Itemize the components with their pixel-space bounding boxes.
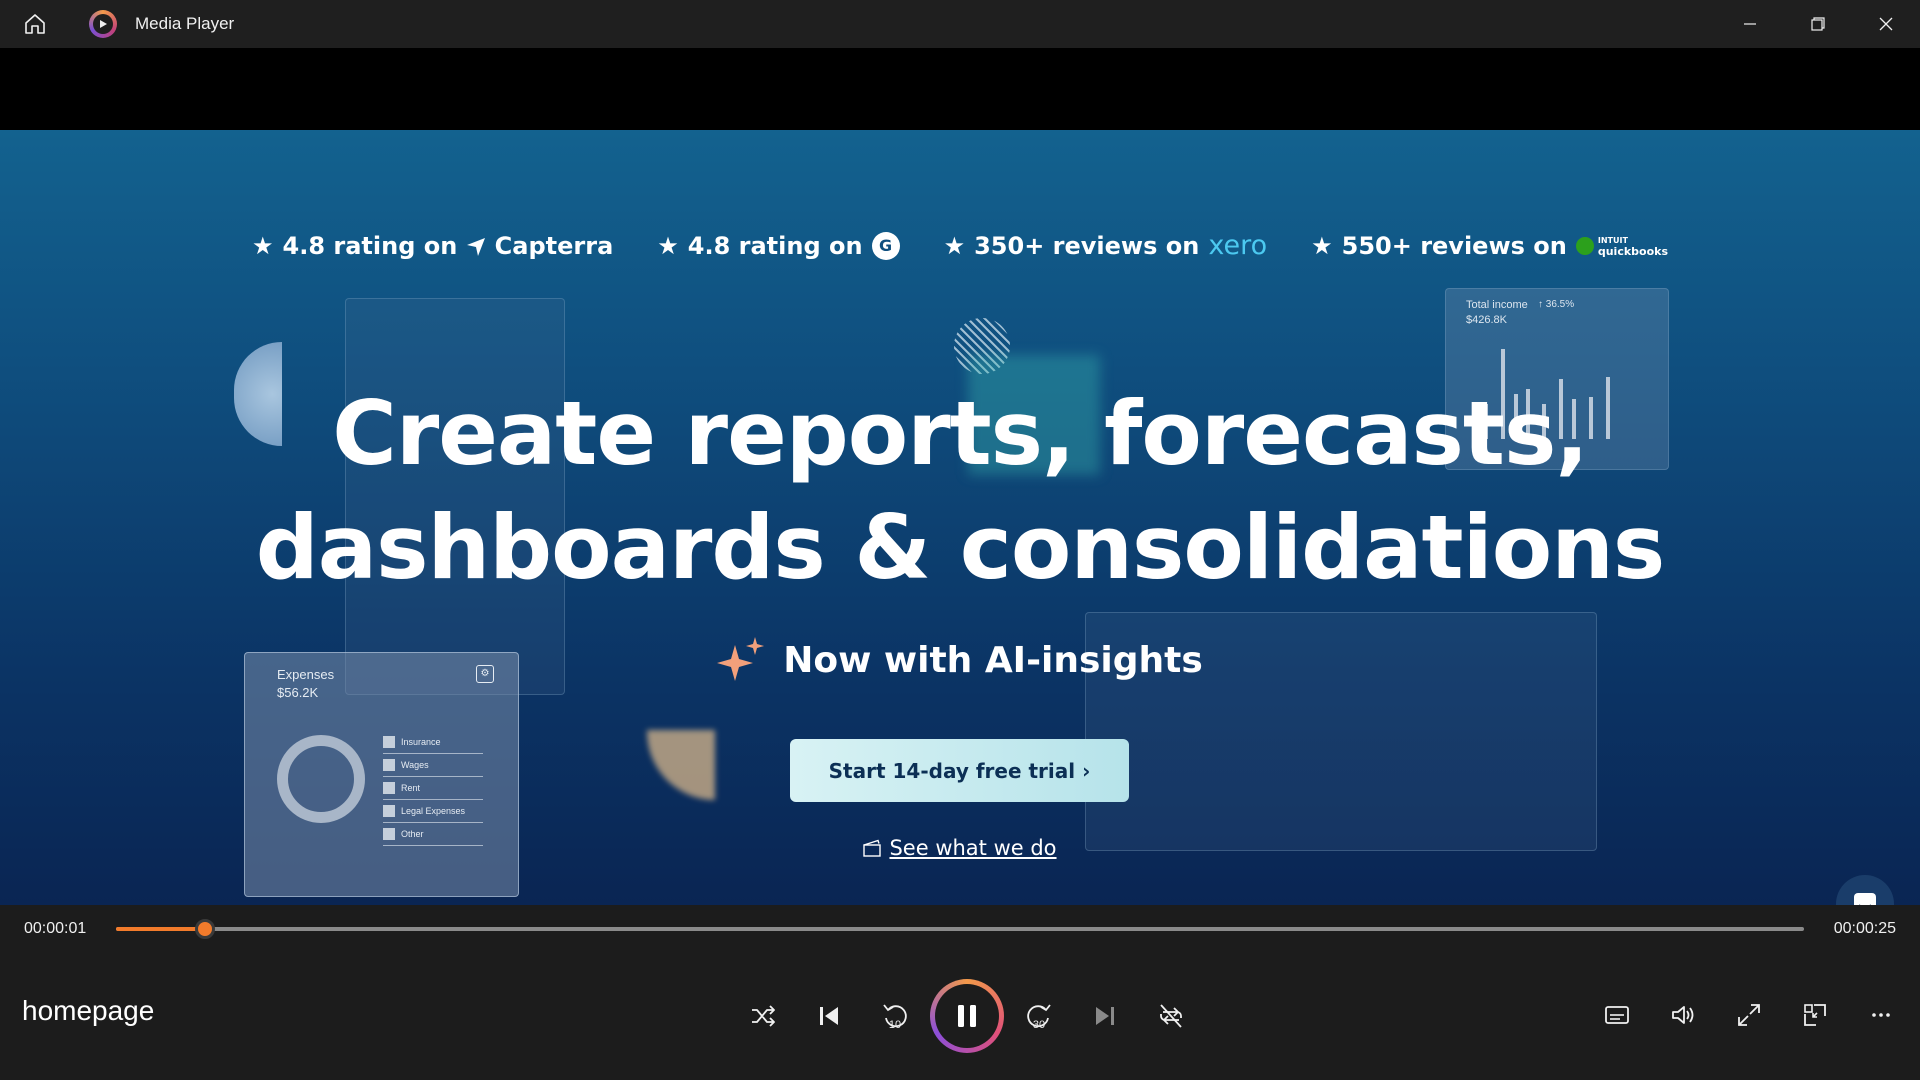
shuffle-icon bbox=[752, 1005, 775, 1027]
close-button[interactable] bbox=[1852, 0, 1920, 48]
star-icon: ★ bbox=[1311, 231, 1333, 260]
repeat-off-icon bbox=[1160, 1004, 1182, 1028]
window-title: Media Player bbox=[135, 14, 235, 33]
expenses-legend: Insurance Wages Rent Legal Expenses Othe… bbox=[383, 731, 483, 846]
minimize-icon bbox=[1744, 23, 1756, 25]
g2-logo: G bbox=[871, 231, 900, 260]
star-icon: ★ bbox=[657, 231, 679, 260]
home-button[interactable] bbox=[17, 6, 53, 42]
rating-xero: ★ 350+ reviews on xero bbox=[944, 230, 1268, 261]
decorative-wedge bbox=[647, 730, 715, 800]
headline-line-2: dashboards & consolidations bbox=[255, 496, 1666, 599]
control-bar: homepage 10 30 bbox=[0, 951, 1920, 1080]
media-title: homepage bbox=[22, 995, 155, 1026]
captions-button[interactable] bbox=[1584, 985, 1650, 1045]
current-time: 00:00:01 bbox=[24, 920, 87, 937]
fullscreen-button[interactable] bbox=[1716, 985, 1782, 1045]
minimize-button[interactable] bbox=[1716, 0, 1784, 48]
rewind-10-button[interactable]: 10 bbox=[862, 986, 928, 1046]
rewind-10-icon: 10 bbox=[883, 1004, 907, 1031]
list-item: Legal Expenses bbox=[383, 800, 483, 823]
sparkle-icon bbox=[717, 637, 765, 681]
previous-button[interactable] bbox=[796, 986, 862, 1046]
forward-30-icon: 30 bbox=[1027, 1004, 1051, 1031]
more-options-icon bbox=[1872, 1013, 1890, 1017]
clapperboard-icon bbox=[863, 839, 882, 857]
xero-logo: xero bbox=[1208, 230, 1268, 261]
ratings-row: ★ 4.8 rating on Capterra ★ 4.8 rating on… bbox=[0, 230, 1920, 261]
progress-thumb[interactable] bbox=[195, 919, 216, 939]
more-options-button[interactable] bbox=[1848, 985, 1914, 1045]
duration: 00:00:25 bbox=[1833, 920, 1896, 937]
previous-icon bbox=[820, 1007, 838, 1025]
pause-icon bbox=[958, 1005, 976, 1027]
title-bar: Media Player bbox=[0, 0, 1920, 48]
progress-track[interactable] bbox=[116, 919, 1804, 939]
income-value: $426.8K bbox=[1466, 314, 1507, 326]
rating-text: 550+ reviews on bbox=[1341, 231, 1567, 260]
expenses-value: $56.2K bbox=[277, 685, 319, 700]
gear-icon: ⚙ bbox=[476, 665, 494, 683]
rating-g2: ★ 4.8 rating on G bbox=[657, 230, 900, 261]
star-icon: ★ bbox=[943, 231, 966, 260]
forward-30-button[interactable]: 30 bbox=[1006, 986, 1072, 1046]
chat-widget-button[interactable] bbox=[1836, 875, 1894, 905]
mini-player-icon bbox=[1804, 1004, 1826, 1026]
pause-button[interactable] bbox=[930, 979, 1004, 1053]
mini-player-button[interactable] bbox=[1782, 985, 1848, 1045]
next-icon bbox=[1096, 1007, 1114, 1025]
repeat-button[interactable] bbox=[1138, 986, 1204, 1046]
star-icon: ★ bbox=[251, 231, 274, 260]
rating-text: 4.8 rating on bbox=[687, 231, 863, 260]
income-title: Total income bbox=[1466, 299, 1528, 311]
rating-capterra: ★ 4.8 rating on Capterra bbox=[252, 230, 613, 261]
playback-controls: 10 30 bbox=[730, 979, 1204, 1053]
list-item: Insurance bbox=[383, 731, 483, 754]
rating-text: 350+ reviews on bbox=[974, 231, 1200, 260]
next-button[interactable] bbox=[1072, 986, 1138, 1046]
video-letterbox bbox=[0, 48, 1920, 130]
rating-text: 4.8 rating on bbox=[282, 231, 458, 260]
seek-bar: 00:00:01 00:00:25 bbox=[0, 905, 1920, 951]
start-trial-button[interactable]: Start 14-day free trial › bbox=[790, 739, 1129, 802]
media-player-app-icon bbox=[89, 10, 117, 38]
capterra-logo: Capterra bbox=[466, 232, 613, 260]
captions-icon bbox=[1605, 1006, 1629, 1024]
list-item: Rent bbox=[383, 777, 483, 800]
expenses-donut bbox=[277, 735, 365, 823]
headline-line-1: Create reports, forecasts, bbox=[332, 382, 1589, 485]
shuffle-button[interactable] bbox=[730, 986, 796, 1046]
expenses-card: Expenses $56.2K ⚙ Insurance Wages Rent L… bbox=[244, 652, 519, 897]
list-item: Other bbox=[383, 823, 483, 846]
volume-button[interactable] bbox=[1650, 985, 1716, 1045]
svg-text:10: 10 bbox=[889, 1019, 901, 1031]
restore-icon bbox=[1811, 17, 1825, 31]
secondary-controls bbox=[1584, 985, 1914, 1045]
svg-text:30: 30 bbox=[1033, 1019, 1045, 1031]
list-item: Wages bbox=[383, 754, 483, 777]
rating-quickbooks: ★ 550+ reviews on INTUIT quickbooks bbox=[1311, 230, 1668, 261]
income-change: ↑ 36.5% bbox=[1538, 299, 1575, 310]
home-icon bbox=[25, 14, 45, 34]
video-frame[interactable]: Total income ↑ 36.5% $426.8K ★ 4.8 ratin… bbox=[0, 130, 1920, 905]
expenses-title: Expenses bbox=[277, 667, 335, 682]
restore-button[interactable] bbox=[1784, 0, 1852, 48]
progress-fill bbox=[116, 927, 206, 931]
quickbooks-logo: INTUIT quickbooks bbox=[1575, 234, 1668, 257]
fullscreen-icon bbox=[1738, 1004, 1760, 1026]
chat-icon bbox=[1854, 893, 1876, 905]
volume-icon bbox=[1672, 1006, 1694, 1024]
close-icon bbox=[1879, 17, 1893, 31]
